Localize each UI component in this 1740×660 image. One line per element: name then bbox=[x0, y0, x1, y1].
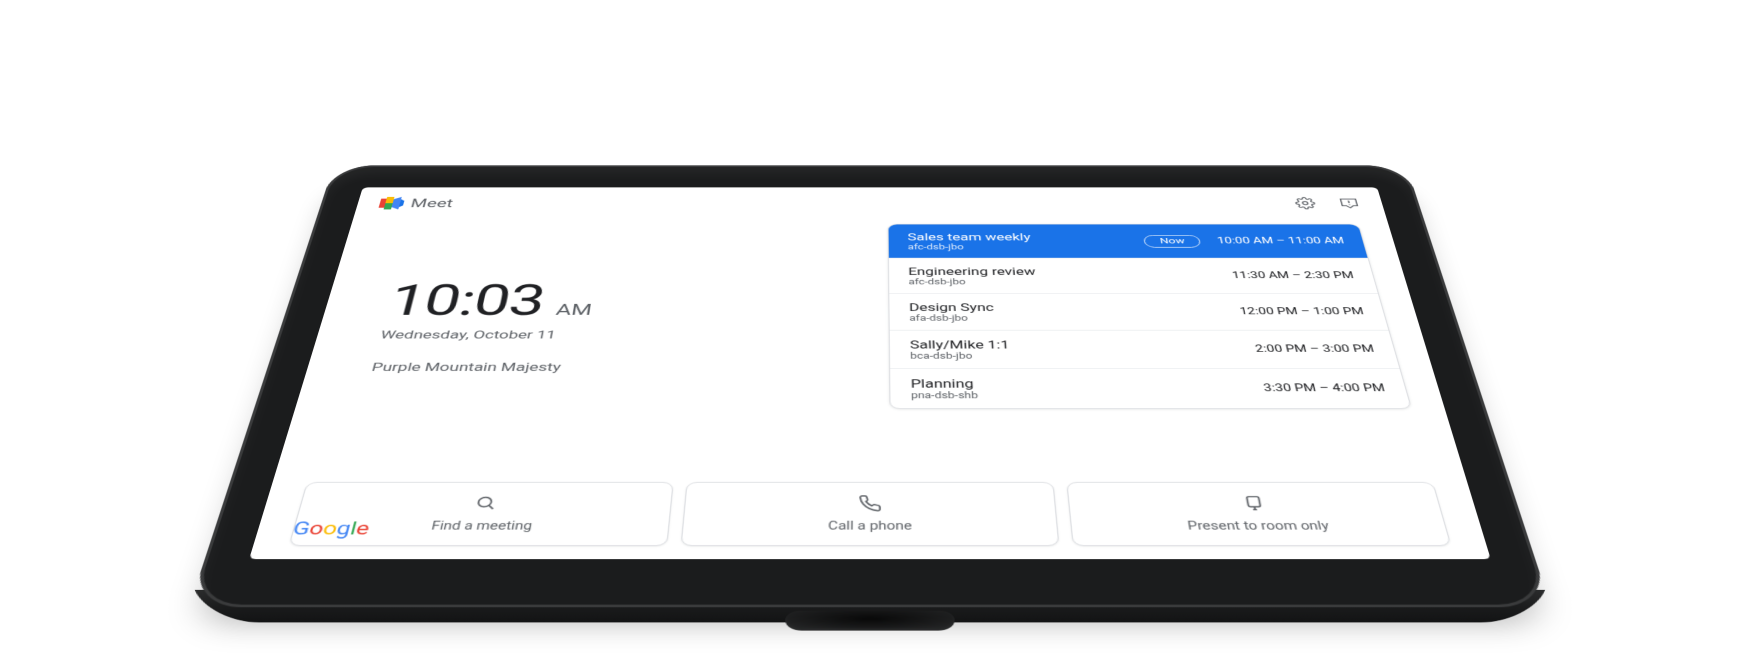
agenda-row[interactable]: Engineering reviewafc-dsb-jbo11:30 AM – … bbox=[889, 258, 1378, 293]
agenda-time: 12:00 PM – 1:00 PM bbox=[1239, 306, 1365, 316]
agenda-code: pna-dsb-shb bbox=[911, 390, 1266, 400]
agenda-row[interactable]: Sales team weeklyafc-dsb-jboNow10:00 AM … bbox=[889, 224, 1368, 257]
meet-icon bbox=[378, 197, 405, 210]
agenda-title: Sales team weekly bbox=[907, 231, 1144, 242]
meet-logo: Meet bbox=[378, 196, 455, 210]
agenda-title: Planning bbox=[911, 377, 1265, 390]
agenda-time: 11:30 AM – 2:30 PM bbox=[1231, 271, 1355, 281]
find-meeting-button[interactable]: Find a meeting bbox=[288, 482, 673, 546]
clock-time: 10:03 bbox=[383, 277, 548, 326]
agenda-card: Sales team weeklyafc-dsb-jboNow10:00 AM … bbox=[888, 224, 1412, 409]
call-phone-button[interactable]: Call a phone bbox=[681, 482, 1060, 546]
agenda-title: Design Sync bbox=[909, 301, 1240, 313]
screen: Meet bbox=[249, 187, 1491, 559]
feedback-icon[interactable] bbox=[1336, 196, 1362, 210]
app-title: Meet bbox=[409, 196, 455, 210]
agenda-time: 3:30 PM – 4:00 PM bbox=[1263, 383, 1387, 394]
agenda-pane: Sales team weeklyafc-dsb-jboNow10:00 AM … bbox=[888, 219, 1465, 472]
tablet-device: Meet bbox=[189, 165, 1551, 607]
settings-icon[interactable] bbox=[1293, 196, 1318, 210]
agenda-code: afc-dsb-jbo bbox=[908, 242, 1146, 250]
clock-pane: 10:03 AM Wednesday, October 11 Purple Mo… bbox=[276, 219, 891, 472]
agenda-row[interactable]: Planningpna-dsb-shb3:30 PM – 4:00 PM bbox=[890, 368, 1411, 408]
agenda-code: bca-dsb-jbo bbox=[910, 351, 1258, 360]
action-row: Find a meeting Call a phone bbox=[249, 473, 1491, 560]
hardware-home-button[interactable] bbox=[785, 611, 956, 631]
agenda-title: Engineering review bbox=[908, 265, 1232, 277]
present-button[interactable]: Present to room only bbox=[1066, 482, 1451, 546]
clock-ampm: AM bbox=[555, 300, 594, 318]
agenda-time: 2:00 PM – 3:00 PM bbox=[1254, 344, 1375, 355]
room-name: Purple Mountain Majesty bbox=[370, 360, 889, 374]
agenda-row[interactable]: Design Syncafa-dsb-jbo12:00 PM – 1:00 PM bbox=[889, 293, 1388, 330]
clock-date: Wednesday, October 11 bbox=[379, 328, 889, 341]
agenda-time: 10:00 AM – 11:00 AM bbox=[1216, 236, 1345, 246]
agenda-code: afc-dsb-jbo bbox=[908, 277, 1234, 286]
